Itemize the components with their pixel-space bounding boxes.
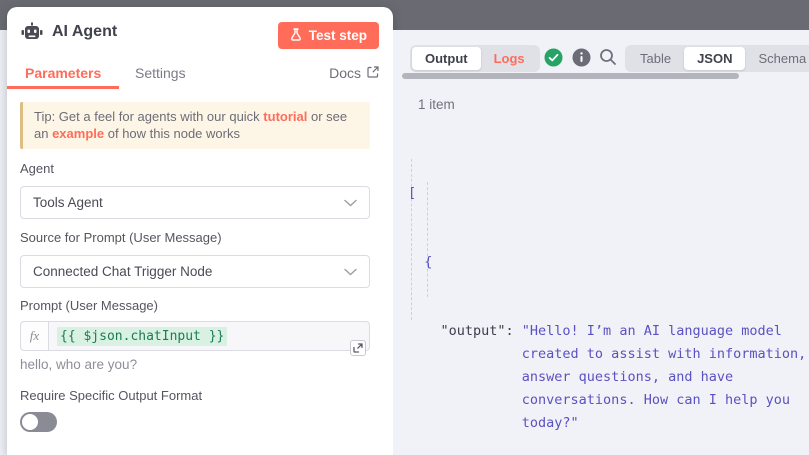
active-tab-underline <box>7 86 119 89</box>
test-step-button[interactable]: Test step <box>278 22 379 49</box>
json-output-row: "output":"Hello! I’m an AI language mode… <box>408 320 809 435</box>
tip-callout: Tip: Get a feel for agents with our quic… <box>20 102 370 149</box>
node-header: AI Agent Test step <box>7 7 393 57</box>
horizontal-scrollbar[interactable] <box>402 73 739 79</box>
json-brace-open: { <box>408 251 809 274</box>
output-format-toggle[interactable] <box>20 412 57 432</box>
success-check-icon <box>543 47 563 67</box>
tip-text-suffix: of how this node works <box>104 126 240 141</box>
output-format-label: Require Specific Output Format <box>20 388 202 403</box>
source-field-label: Source for Prompt (User Message) <box>20 230 222 245</box>
prompt-expression-field[interactable]: fx {{ $json.chatInput }} <box>20 321 370 351</box>
items-count: 1 item <box>418 97 455 112</box>
tip-text: Tip: Get a feel for agents with our quic… <box>34 109 263 124</box>
agent-field-label: Agent <box>20 161 54 176</box>
tab-table[interactable]: Table <box>627 47 684 70</box>
node-title: AI Agent <box>52 23 117 41</box>
flask-icon <box>290 28 302 44</box>
test-step-label: Test step <box>309 28 367 43</box>
example-link[interactable]: example <box>52 126 104 141</box>
json-key: "output": <box>441 320 514 435</box>
tab-json[interactable]: JSON <box>684 47 745 70</box>
tab-output[interactable]: Output <box>412 47 481 70</box>
robot-icon <box>21 22 43 41</box>
output-panel: Output Logs Table JSON Schema <box>393 30 809 455</box>
agent-select[interactable]: Tools Agent <box>20 186 370 219</box>
json-output: [ { "output":"Hello! I’m an AI language … <box>408 136 809 455</box>
external-link-icon <box>367 65 379 81</box>
fx-badge: fx <box>21 322 49 350</box>
expand-expression-icon[interactable] <box>350 340 366 356</box>
tab-schema[interactable]: Schema <box>745 47 809 70</box>
json-bracket-open: [ <box>408 182 809 205</box>
screen: AI Agent Test step Parameters Settings D… <box>0 0 809 455</box>
prompt-field-label: Prompt (User Message) <box>20 298 158 313</box>
chevron-down-icon <box>344 268 357 276</box>
info-icon[interactable] <box>571 47 591 67</box>
tab-settings[interactable]: Settings <box>135 65 186 81</box>
agent-select-value: Tools Agent <box>33 195 103 210</box>
search-icon[interactable] <box>598 47 618 67</box>
node-settings-panel: AI Agent Test step Parameters Settings D… <box>7 7 393 455</box>
output-logs-switch: Output Logs <box>410 45 540 72</box>
docs-label: Docs <box>329 65 361 81</box>
format-switch: Table JSON Schema <box>625 45 809 72</box>
tab-parameters[interactable]: Parameters <box>25 65 101 81</box>
tab-logs[interactable]: Logs <box>481 47 538 70</box>
docs-link[interactable]: Docs <box>329 65 379 81</box>
toggle-knob <box>22 414 38 430</box>
source-select[interactable]: Connected Chat Trigger Node <box>20 255 370 288</box>
tutorial-link[interactable]: tutorial <box>263 109 307 124</box>
expression-preview: hello, who are you? <box>20 357 137 372</box>
source-select-value: Connected Chat Trigger Node <box>33 264 212 279</box>
chevron-down-icon <box>344 199 357 207</box>
expression-input[interactable]: {{ $json.chatInput }} <box>49 322 235 350</box>
json-value: "Hello! I’m an AI language model created… <box>522 320 809 435</box>
expression-value: {{ $json.chatInput }} <box>57 327 227 346</box>
